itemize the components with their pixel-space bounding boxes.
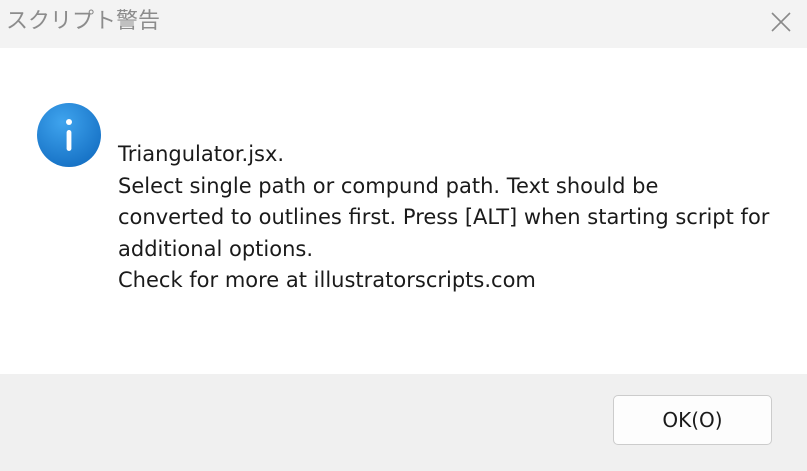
message-line: Triangulator.jsx.	[118, 142, 285, 166]
message-line: additional options.	[118, 236, 313, 261]
button-bar: OK(O)	[0, 374, 807, 471]
script-alert-dialog: スクリプト警告 Triangulator.jsx. Select single …	[0, 0, 807, 471]
dialog-content: Triangulator.jsx. Select single path or …	[0, 48, 807, 374]
message-line: converted to outlines first. Press [ALT]…	[118, 205, 770, 229]
info-icon	[37, 103, 101, 167]
ok-button[interactable]: OK(O)	[613, 395, 772, 445]
title-bar: スクリプト警告	[0, 0, 807, 47]
message-line: Select single path or compund path. Text…	[118, 173, 659, 198]
window-title: スクリプト警告	[6, 9, 161, 34]
close-button[interactable]	[755, 0, 807, 44]
message-line: Check for more at illustratorscripts.com	[118, 268, 536, 292]
close-icon	[771, 12, 791, 32]
alert-message: Triangulator.jsx. Select single path or …	[118, 139, 778, 297]
